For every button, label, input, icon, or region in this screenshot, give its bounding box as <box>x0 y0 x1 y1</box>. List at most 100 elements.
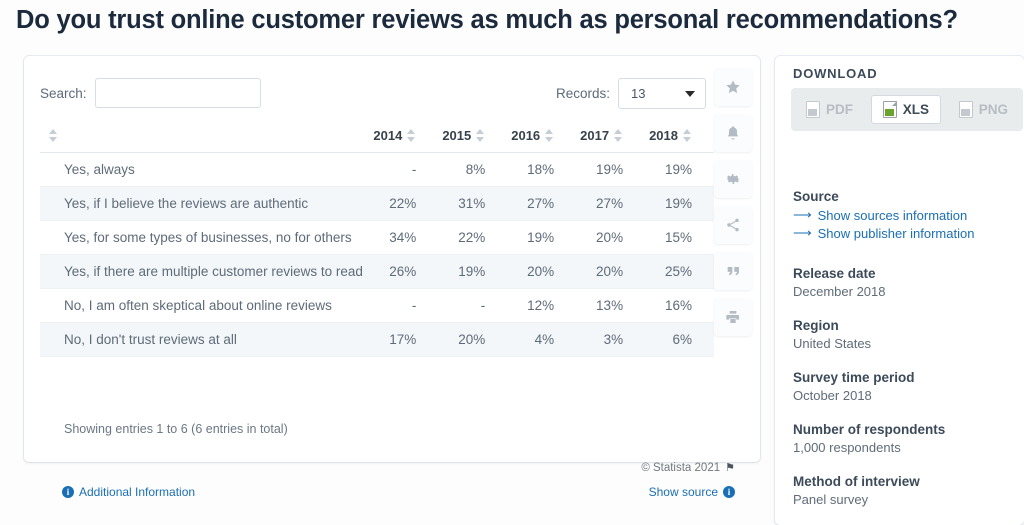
row-value: 22% <box>369 186 439 221</box>
table-row: Yes, for some types of businesses, no fo… <box>40 220 714 255</box>
cite-button[interactable] <box>714 252 752 290</box>
sort-icon[interactable] <box>476 129 485 142</box>
table-header: 2014 2015 2016 2017 2018 <box>40 122 714 153</box>
column-header-2016[interactable]: 2016 <box>507 122 577 153</box>
meta-value: Panel survey <box>793 492 869 507</box>
sidebar-card: DOWNLOAD PDF XLS PNG Source ⟶ Show sourc… <box>775 56 1024 525</box>
row-value: 25% <box>645 254 714 289</box>
download-options: PDF XLS PNG <box>791 88 1023 131</box>
show-sources-information-label: Show sources information <box>817 207 968 223</box>
download-png-button[interactable]: PNG <box>950 95 1017 124</box>
pdf-file-icon <box>806 101 820 118</box>
row-value: 19% <box>576 152 646 187</box>
favorite-button[interactable] <box>714 68 752 106</box>
row-label: Yes, always <box>40 152 370 187</box>
xls-file-icon <box>882 101 897 118</box>
column-header-2014[interactable]: 2014 <box>369 122 439 153</box>
sort-icon[interactable] <box>614 129 623 142</box>
meta-number-of-respondents: Number of respondents 1,000 respondents <box>793 422 945 455</box>
sort-icon[interactable] <box>683 129 692 142</box>
column-header-2017[interactable]: 2017 <box>576 122 646 153</box>
download-title: DOWNLOAD <box>793 66 878 81</box>
share-icon <box>727 218 739 232</box>
meta-heading: Region <box>793 318 839 333</box>
info-icon: i <box>62 486 74 498</box>
meta-value: October 2018 <box>793 388 872 403</box>
search-label: Search: <box>40 85 87 101</box>
show-source-link[interactable]: Show source i <box>649 485 735 499</box>
download-xls-button[interactable]: XLS <box>870 95 941 124</box>
flag-icon[interactable]: ⚑ <box>725 461 735 474</box>
meta-survey-time-period: Survey time period October 2018 <box>793 370 915 403</box>
column-header-2015[interactable]: 2015 <box>438 122 508 153</box>
row-label: No, I am often skeptical about online re… <box>40 288 370 323</box>
show-publisher-information-link[interactable]: ⟶ Show publisher information <box>793 225 974 241</box>
gear-icon <box>727 174 739 184</box>
notification-bell-icon <box>727 126 739 140</box>
column-header-2018[interactable]: 2018 <box>645 122 714 153</box>
row-label: No, I don't trust reviews at all <box>40 322 370 357</box>
meta-value: United States <box>793 336 872 351</box>
sort-icon[interactable] <box>407 129 416 142</box>
row-value: - <box>438 288 508 323</box>
statistic-table: 2014 2015 2016 2017 2018 Yes, always - 8… <box>40 122 714 357</box>
download-pdf-button[interactable]: PDF <box>797 95 862 124</box>
additional-information-link[interactable]: i Additional Information <box>62 485 195 499</box>
row-value: 20% <box>576 254 646 289</box>
row-value: 27% <box>576 186 646 221</box>
row-value: 17% <box>369 322 439 357</box>
statista-table-page: Do you trust online customer reviews as … <box>0 0 1024 525</box>
page-title: Do you trust online customer reviews as … <box>16 6 958 34</box>
row-value: 19% <box>645 186 714 221</box>
notifications-button[interactable] <box>714 114 752 152</box>
row-value: 19% <box>645 152 714 187</box>
meta-release-date: Release date December 2018 <box>793 266 886 299</box>
print-button[interactable] <box>714 298 752 336</box>
records-value: 13 <box>631 86 646 101</box>
sort-icon[interactable] <box>545 129 554 142</box>
meta-heading: Survey time period <box>793 370 915 385</box>
row-value: 15% <box>645 220 714 255</box>
row-label: Yes, for some types of businesses, no fo… <box>40 220 370 255</box>
row-label: Yes, if there are multiple customer revi… <box>40 254 370 289</box>
table-row: No, I don't trust reviews at all 17% 20%… <box>40 322 714 357</box>
sort-icon[interactable] <box>49 129 58 142</box>
records-select[interactable]: 13 <box>618 78 706 109</box>
meta-method-of-interview: Method of interview Panel survey <box>793 474 920 507</box>
row-value: 26% <box>369 254 439 289</box>
row-value: - <box>369 288 439 323</box>
arrow-right-icon: ⟶ <box>793 207 812 222</box>
search-group: Search: <box>40 78 261 108</box>
table-row: Yes, if I believe the reviews are authen… <box>40 186 714 221</box>
column-header-label[interactable] <box>40 122 370 153</box>
row-value: 20% <box>438 322 508 357</box>
row-value: 31% <box>438 186 508 221</box>
print-icon <box>726 311 739 323</box>
table-controls: Search: Records: 13 <box>24 70 714 114</box>
additional-information-label: Additional Information <box>79 485 196 499</box>
search-input[interactable] <box>94 78 261 108</box>
download-xls-label: XLS <box>902 102 929 117</box>
info-icon: i <box>723 486 735 498</box>
copyright-text: © Statista 2021 <box>641 461 721 474</box>
records-group: Records: 13 <box>556 78 706 109</box>
records-label: Records: <box>555 86 610 101</box>
table-row: Yes, if there are multiple customer revi… <box>40 254 714 289</box>
column-header-2018-text: 2018 <box>649 128 678 143</box>
table-row: No, I am often skeptical about online re… <box>40 288 714 323</box>
show-publisher-information-label: Show publisher information <box>817 225 975 241</box>
meta-value: December 2018 <box>793 284 886 299</box>
meta-heading: Number of respondents <box>793 422 946 437</box>
row-value: 20% <box>507 254 577 289</box>
column-header-2014-text: 2014 <box>373 128 403 143</box>
row-value: - <box>369 152 439 187</box>
action-toolbar <box>714 68 752 336</box>
row-label: Yes, if I believe the reviews are authen… <box>40 186 370 221</box>
share-button[interactable] <box>714 206 752 244</box>
settings-button[interactable] <box>714 160 752 198</box>
row-value: 16% <box>645 288 714 323</box>
png-file-icon <box>958 101 973 118</box>
row-value: 8% <box>438 152 508 187</box>
row-value: 3% <box>576 322 646 357</box>
show-sources-information-link[interactable]: ⟶ Show sources information <box>793 207 974 223</box>
